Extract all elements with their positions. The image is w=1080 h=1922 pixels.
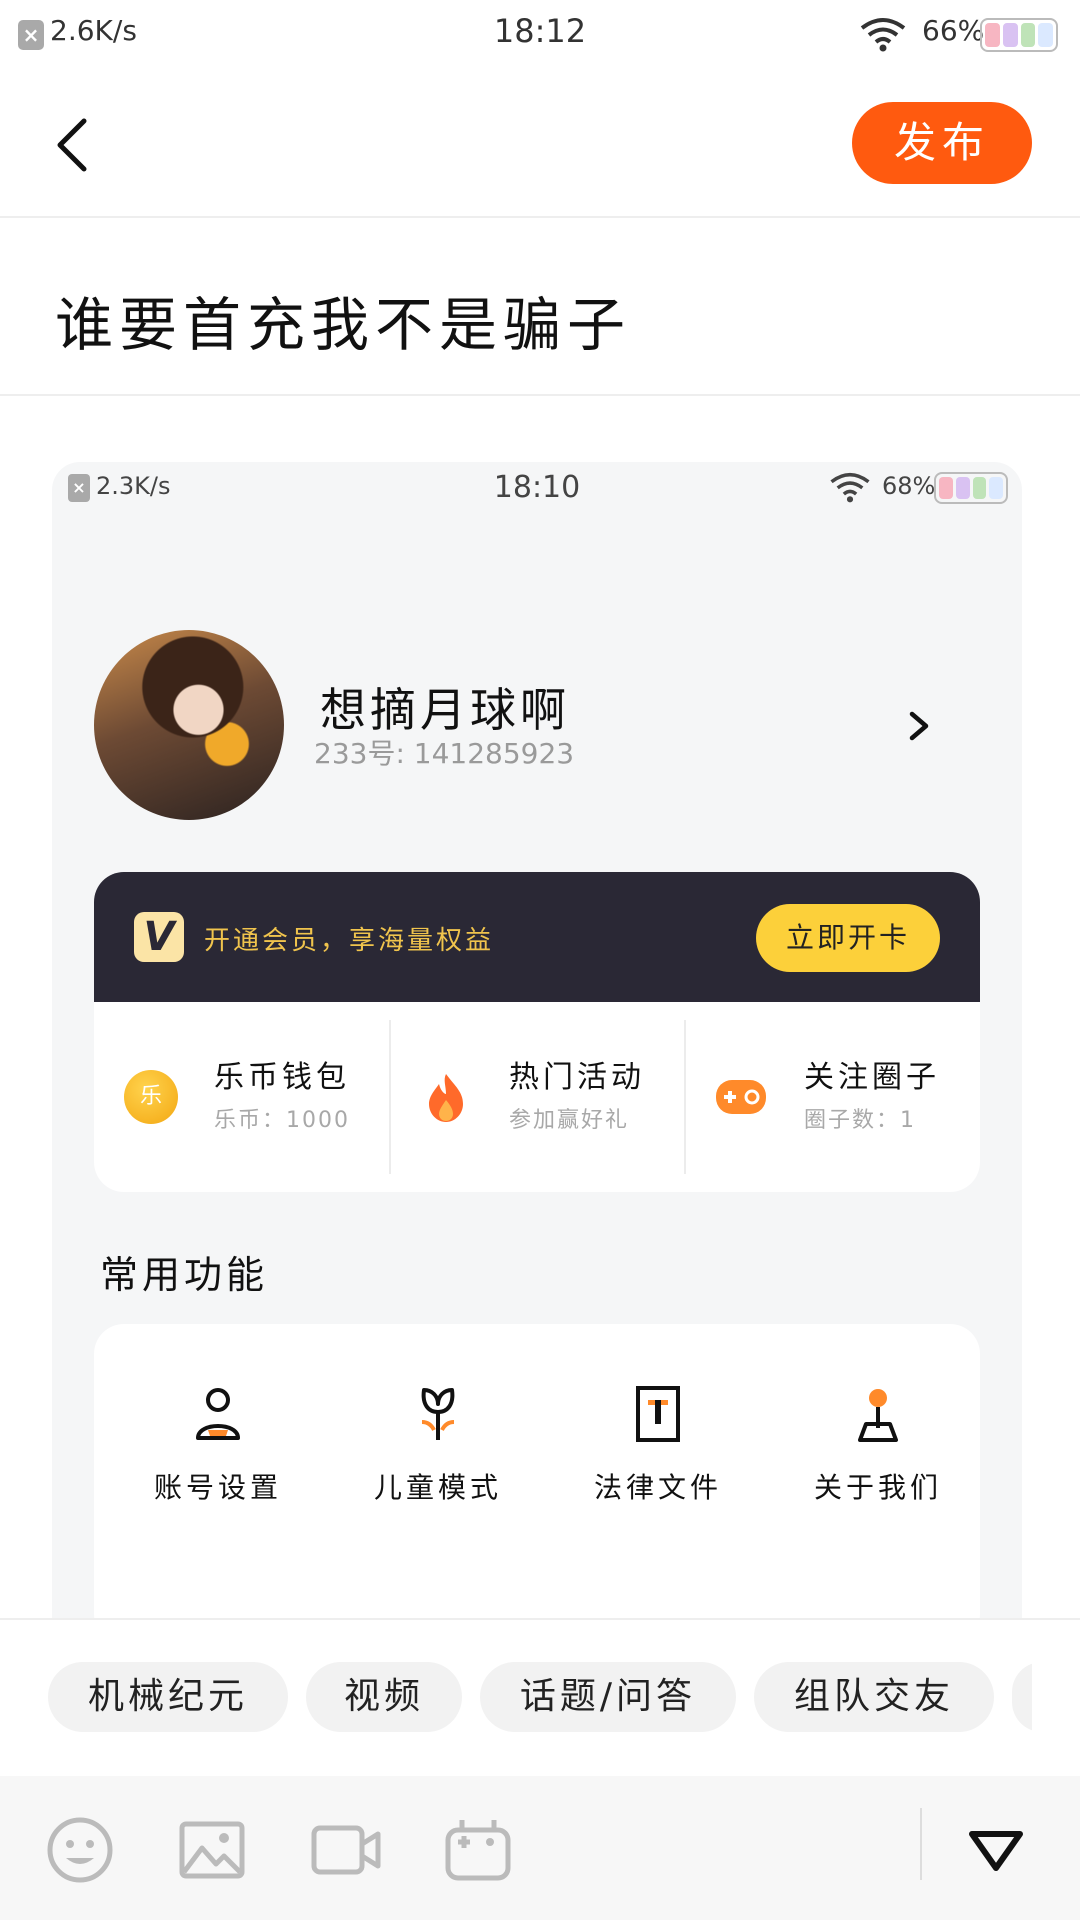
stat-subtitle: 圈子数：1: [804, 1108, 916, 1133]
topic-chip[interactable]: 视频: [306, 1662, 462, 1732]
func-label: 儿童模式: [373, 1471, 502, 1504]
stat-subtitle: 乐币：1000: [214, 1108, 350, 1133]
emoji-icon[interactable]: [44, 1814, 116, 1886]
video-icon[interactable]: [310, 1814, 382, 1886]
wifi-icon: [860, 18, 906, 52]
func-label: 关于我们: [813, 1471, 942, 1504]
stat-title: 热门活动: [509, 1060, 645, 1095]
stat-wallet: 乐 乐币钱包 乐币：1000: [94, 1002, 389, 1192]
status-bar: × 2.6K/s 18:12 66%: [0, 0, 1080, 68]
func-legal-docs: 法律文件: [558, 1384, 758, 1534]
gamepad-icon: [716, 1080, 766, 1114]
user-id: 233号: 141285923: [314, 737, 575, 770]
wifi-icon: [830, 472, 870, 503]
status-time: 18:10: [493, 470, 581, 505]
status-time: 18:12: [493, 12, 587, 50]
battery-percent: 66%: [922, 14, 985, 47]
topic-chip-more[interactable]: [1012, 1662, 1032, 1732]
location-icon: [858, 1389, 898, 1442]
functions-card: 账号设置 儿童模式 法律文件 关于我们: [94, 1324, 980, 1620]
func-label: 法律文件: [593, 1471, 722, 1504]
battery-icon: [980, 18, 1058, 52]
account-icon: [196, 1388, 240, 1440]
collapse-icon[interactable]: [960, 1814, 1032, 1886]
divider: [920, 1808, 922, 1880]
attached-screenshot[interactable]: × 2.3K/s 18:10 68% 想摘月球啊 233号: 141285923…: [52, 462, 1022, 1620]
back-arrow-icon[interactable]: [50, 115, 96, 175]
func-about-us: 关于我们: [778, 1384, 978, 1534]
topic-chip[interactable]: 话题/问答: [480, 1662, 736, 1732]
fire-icon: [429, 1074, 463, 1122]
stat-subtitle: 参加赢好礼: [509, 1108, 630, 1133]
func-kids-mode: 儿童模式: [338, 1384, 538, 1534]
battery-percent: 68%: [882, 472, 936, 500]
document-icon: [636, 1386, 680, 1442]
post-title-input[interactable]: 谁要首充我不是骗子: [55, 278, 631, 362]
chevron-right-icon: [909, 711, 929, 741]
vip-logo-icon: V: [134, 912, 184, 962]
coin-icon: 乐: [124, 1070, 178, 1124]
divider: [0, 394, 1080, 396]
vip-text: 开通会员，享海量权益: [204, 926, 495, 956]
func-account-settings: 账号设置: [118, 1384, 318, 1534]
editor-toolbar: [0, 1776, 1080, 1920]
divider: [0, 216, 1080, 218]
topic-chips: 机械纪元 视频 话题/问答 组队交友: [0, 1662, 1032, 1732]
func-label: 账号设置: [153, 1471, 282, 1504]
stat-title: 乐币钱包: [214, 1060, 350, 1095]
stat-title: 关注圈子: [804, 1060, 940, 1095]
publish-button[interactable]: 发布: [852, 102, 1032, 184]
image-icon[interactable]: [176, 1814, 248, 1886]
battery-icon: [934, 472, 1008, 504]
section-title: 常用功能: [100, 1253, 269, 1297]
avatar: [94, 630, 284, 820]
topic-chip[interactable]: 组队交友: [754, 1662, 994, 1732]
gamepad-icon[interactable]: [442, 1814, 514, 1886]
stats-panel: 乐 乐币钱包 乐币：1000 热门活动 参加赢好礼 关注圈子 圈子数：1: [94, 1002, 980, 1192]
vip-banner: V 开通会员，享海量权益 立即开卡: [94, 872, 980, 1002]
sprout-icon: [421, 1388, 455, 1440]
topic-chip[interactable]: 机械纪元: [48, 1662, 288, 1732]
open-card-button: 立即开卡: [756, 904, 940, 972]
username: 想摘月球啊: [320, 683, 570, 737]
stat-circles: 关注圈子 圈子数：1: [684, 1002, 979, 1192]
stat-activities: 热门活动 参加赢好礼: [389, 1002, 684, 1192]
